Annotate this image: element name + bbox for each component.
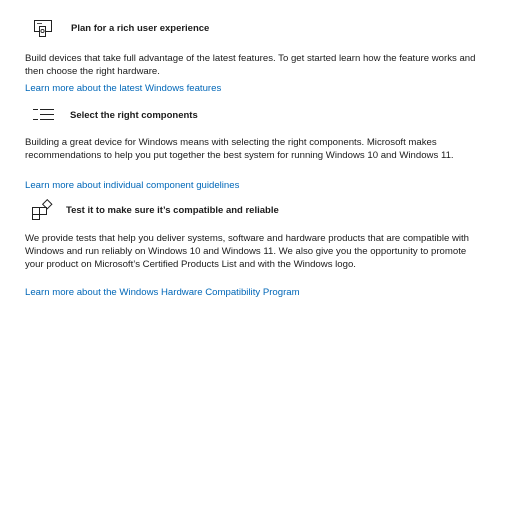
component-guidelines-link[interactable]: Learn more about individual component gu… [25, 179, 239, 192]
compatibility-apps-icon [30, 199, 54, 221]
section-heading: Plan for a rich user experience [71, 22, 210, 34]
section-body: We provide tests that help you deliver s… [25, 233, 470, 270]
section-heading: Select the right components [70, 109, 198, 121]
section-body: Build devices that take full advantage o… [25, 53, 476, 77]
hardware-compatibility-program-link[interactable]: Learn more about the Windows Hardware Co… [25, 286, 300, 299]
page: Plan for a rich user experience Build de… [0, 0, 512, 512]
windows-features-link[interactable]: Learn more about the latest Windows feat… [25, 82, 221, 95]
device-settings-icon [30, 17, 56, 39]
checklist-icon [30, 104, 56, 126]
section-heading: Test it to make sure it’s compatible and… [66, 204, 279, 216]
section-components-header: Select the right components [30, 104, 198, 126]
section-body: Building a great device for Windows mean… [25, 137, 454, 161]
section-plan-header: Plan for a rich user experience [30, 17, 209, 39]
section-test-header: Test it to make sure it’s compatible and… [30, 199, 279, 221]
